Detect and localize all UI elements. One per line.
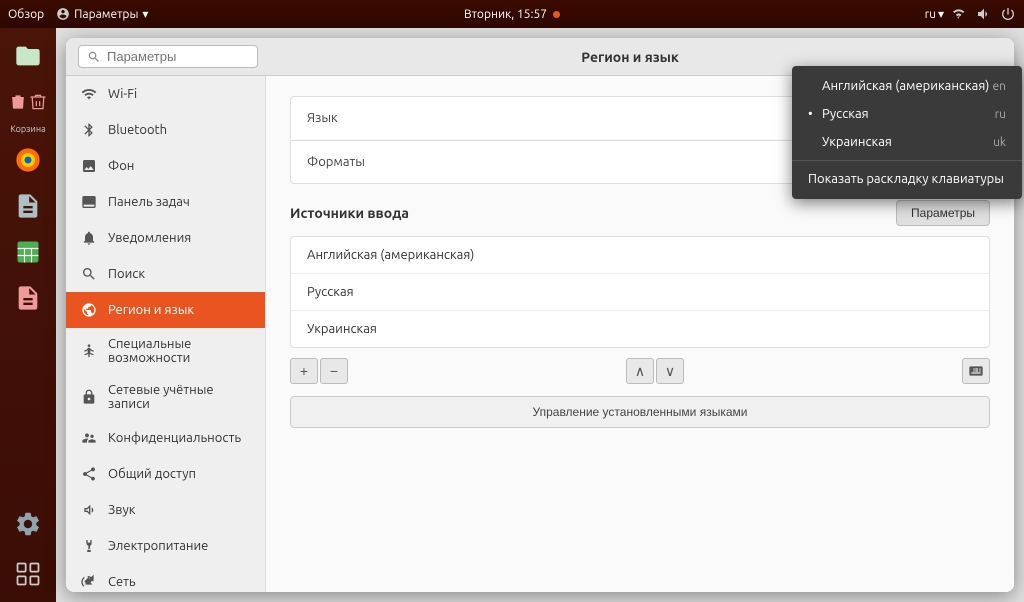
nav-label-power: Электропитание [108, 539, 208, 553]
notifications-icon [80, 229, 98, 247]
nav-label-sharing: Общий доступ [108, 467, 196, 481]
nav-item-sharing[interactable]: Общий доступ [66, 456, 265, 492]
firefox-icon[interactable] [8, 140, 48, 180]
nav-label-search: Поиск [108, 267, 145, 281]
nav-label-network: Сеть [108, 575, 136, 589]
nav-item-privacy[interactable]: Конфиденциальность [66, 420, 265, 456]
network-nav-icon [80, 573, 98, 591]
writer-icon[interactable] [8, 278, 48, 318]
keyboard-layout-button[interactable] [962, 358, 990, 384]
nav-label-sound: Звук [108, 503, 135, 517]
accessibility-icon [80, 342, 98, 360]
network-accounts-icon [80, 388, 98, 406]
privacy-icon [80, 429, 98, 447]
add-source-button[interactable]: + [290, 358, 318, 384]
language-selector[interactable]: ru ▾ [925, 7, 944, 21]
background-icon [80, 157, 98, 175]
region-icon [80, 301, 98, 319]
language-field-label: Язык [307, 111, 338, 125]
sound-icon [80, 501, 98, 519]
nav-label-wifi: Wi-Fi [108, 87, 137, 101]
trash-label: Корзина [10, 124, 45, 134]
nav-item-power[interactable]: Электропитание [66, 528, 265, 564]
text-editor-icon[interactable] [8, 186, 48, 226]
input-controls: + − ∧ ∨ [290, 358, 990, 384]
nav-label-notifications: Уведомления [108, 231, 191, 245]
desktop: Корзина [0, 28, 1024, 602]
search-nav-icon [80, 265, 98, 283]
sharing-icon [80, 465, 98, 483]
language-dropdown: Английская (американская) en • Русская r… [792, 66, 1022, 199]
nav-item-background[interactable]: Фон [66, 148, 265, 184]
topbar: Обзор Параметры ▾ Вторник, 15:57 ru ▾ [0, 0, 1024, 28]
input-sources-list: Английская (американская) Русская Украин… [290, 236, 990, 348]
nav-label-region: Регион и язык [108, 303, 194, 317]
taskbar-icon [80, 193, 98, 211]
nav-label-background: Фон [108, 159, 134, 173]
nav-item-sound[interactable]: Звук [66, 492, 265, 528]
bluetooth-icon [80, 121, 98, 139]
nav-label-bluetooth: Bluetooth [108, 123, 167, 137]
calc-icon[interactable] [8, 232, 48, 272]
dropdown-check-ru: • [808, 107, 822, 121]
nav-label-privacy: Конфиденциальность [108, 431, 241, 445]
remove-source-button[interactable]: − [320, 358, 348, 384]
apps-grid-icon[interactable] [8, 554, 48, 594]
search-input[interactable] [107, 49, 237, 64]
move-down-button[interactable]: ∨ [656, 358, 684, 384]
formats-field-label: Форматы [307, 155, 365, 169]
volume-icon [976, 6, 992, 22]
dropdown-item-en[interactable]: Английская (американская) en [792, 72, 1022, 100]
overview-button[interactable]: Обзор [8, 8, 44, 21]
window-title: Регион и язык [258, 49, 1002, 65]
wifi-icon [80, 85, 98, 103]
dropdown-item-ru[interactable]: • Русская ru [792, 100, 1022, 128]
nav-item-search[interactable]: Поиск [66, 256, 265, 292]
nav-label-taskbar: Панель задач [108, 195, 190, 209]
clock: Вторник, 15:57 [464, 8, 547, 21]
nav-item-accessibility[interactable]: Специальные возможности [66, 328, 265, 374]
nav-item-notifications[interactable]: Уведомления [66, 220, 265, 256]
dropdown-code-uk: uk [993, 136, 1006, 149]
dropdown-divider [792, 160, 1022, 161]
dropdown-item-uk[interactable]: Украинская uk [792, 128, 1022, 156]
power-icon[interactable] [1000, 6, 1016, 22]
files-icon[interactable] [8, 36, 48, 76]
left-nav: Wi-Fi Bluetooth Фон [66, 76, 266, 592]
nav-label-network-accounts: Сетевые учётные записи [108, 383, 251, 411]
power-nav-icon [80, 537, 98, 555]
settings-menu[interactable]: Параметры ▾ [56, 7, 148, 21]
dropdown-code-ru: ru [995, 108, 1006, 121]
nav-label-accessibility: Специальные возможности [108, 337, 251, 365]
source-item-2[interactable]: Украинская [291, 311, 989, 347]
source-item-0[interactable]: Английская (американская) [291, 237, 989, 274]
params-button[interactable]: Параметры [896, 200, 990, 226]
dropdown-code-en: en [993, 80, 1006, 93]
show-keyboard-layout-item[interactable]: Показать раскладку клавиатуры [792, 165, 1022, 193]
reorder-controls: ∧ ∨ [626, 358, 684, 384]
nav-item-taskbar[interactable]: Панель задач [66, 184, 265, 220]
manage-languages-button[interactable]: Управление установленными языками [290, 396, 990, 428]
nav-item-bluetooth[interactable]: Bluetooth [66, 112, 265, 148]
nav-item-wifi[interactable]: Wi-Fi [66, 76, 265, 112]
network-icon [952, 6, 968, 22]
dock: Корзина [0, 28, 56, 602]
search-box[interactable] [78, 45, 258, 68]
search-icon [87, 50, 101, 64]
nav-item-region[interactable]: Регион и язык [66, 292, 265, 328]
main-area: Регион и язык Wi-Fi [56, 28, 1024, 602]
trash-icon[interactable] [8, 82, 48, 122]
nav-item-network-accounts[interactable]: Сетевые учётные записи [66, 374, 265, 420]
notification-dot [553, 11, 560, 18]
add-remove-controls: + − [290, 358, 348, 384]
input-sources-title: Источники ввода [290, 205, 409, 221]
source-item-1[interactable]: Русская [291, 274, 989, 311]
move-up-button[interactable]: ∧ [626, 358, 654, 384]
settings-icon[interactable] [8, 504, 48, 544]
nav-item-network[interactable]: Сеть [66, 564, 265, 592]
